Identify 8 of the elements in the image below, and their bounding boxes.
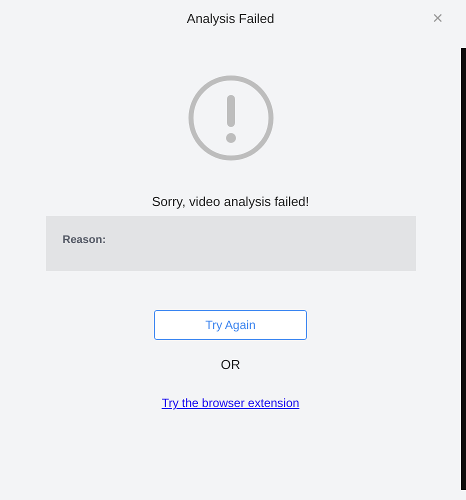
extension-link[interactable]: Try the browser extension [162, 396, 300, 410]
warning-icon [188, 75, 274, 161]
dialog-title: Analysis Failed [186, 10, 274, 26]
or-separator: OR [220, 357, 240, 372]
try-again-button[interactable]: Try Again [154, 310, 307, 340]
reason-label: Reason: [62, 234, 106, 246]
error-message: Sorry, video analysis failed! [152, 194, 310, 209]
close-button[interactable]: × [432, 9, 443, 27]
